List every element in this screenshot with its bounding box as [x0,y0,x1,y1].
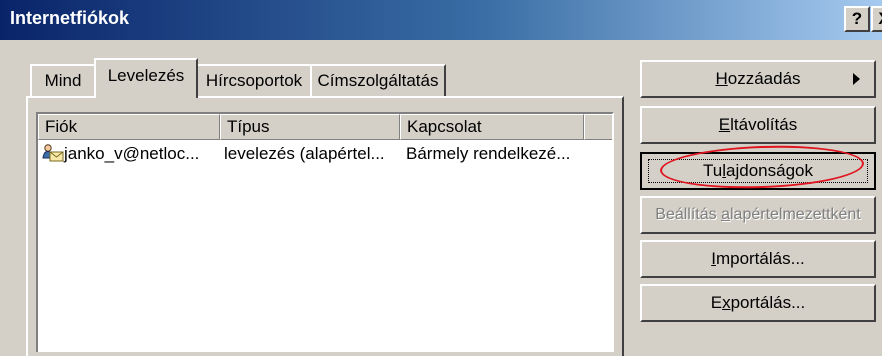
mail-account-icon [42,144,64,162]
import-label-post: mportálás... [715,249,805,268]
column-header-connection[interactable]: Kapcsolat [400,114,584,140]
type-cell: levelezés (alapértel... [224,144,385,163]
export-label-key: x [722,293,731,312]
remove-button[interactable]: Eltávolítás [640,106,876,144]
tab-mind[interactable]: Mind [30,64,96,98]
export-label-post: portálás... [730,293,806,312]
add-button[interactable]: Hozzáadás [640,60,876,98]
export-button[interactable]: Exportálás... [640,284,876,322]
set-default-label-pre: Beállítás [655,206,722,223]
tab-levelezes[interactable]: Levelezés [94,58,198,98]
export-label-pre: E [710,293,723,312]
account-cell: janko_v@netloc... [42,142,218,166]
remove-label-post: ltávolítás [730,115,798,134]
tab-cimszolgaltatas[interactable]: Címszolgáltatás [310,64,446,98]
list-item[interactable]: janko_v@netloc... levelezés (alapértel..… [38,142,612,166]
list-header: Fiók Típus Kapcsolat [38,114,612,140]
properties-button[interactable]: Tulajdonságok [640,152,876,190]
connection-cell: Bármely rendelkezé... [406,144,571,163]
set-default-label-post: lapértelmezettként [729,206,861,223]
window-title: Internetfiókok [10,8,130,28]
properties-label-post: ajdonságok [726,161,813,180]
arrow-right-icon [853,73,860,85]
add-label-post: ozzáadás [727,69,801,88]
import-button[interactable]: Importálás... [640,240,876,278]
add-label-key: H [715,69,728,88]
close-button[interactable]: X [871,6,882,32]
column-header-account[interactable]: Fiók [38,114,220,140]
remove-label-key: E [718,115,731,134]
title-bar[interactable]: Internetfiókok ? X [0,0,882,40]
column-header-empty [584,114,612,140]
tab-hircsoportok[interactable]: Hírcsoportok [196,64,312,98]
set-default-button[interactable]: Beállítás alapértelmezettként [640,196,876,234]
properties-label-pre: Tu [703,161,723,180]
account-list[interactable]: Fiók Típus Kapcsolat janko_v@netloc... l… [36,112,614,352]
account-name: janko_v@netloc... [64,144,200,163]
set-default-label-key: a [721,206,730,223]
help-button[interactable]: ? [844,6,870,32]
column-header-type[interactable]: Típus [220,114,400,140]
